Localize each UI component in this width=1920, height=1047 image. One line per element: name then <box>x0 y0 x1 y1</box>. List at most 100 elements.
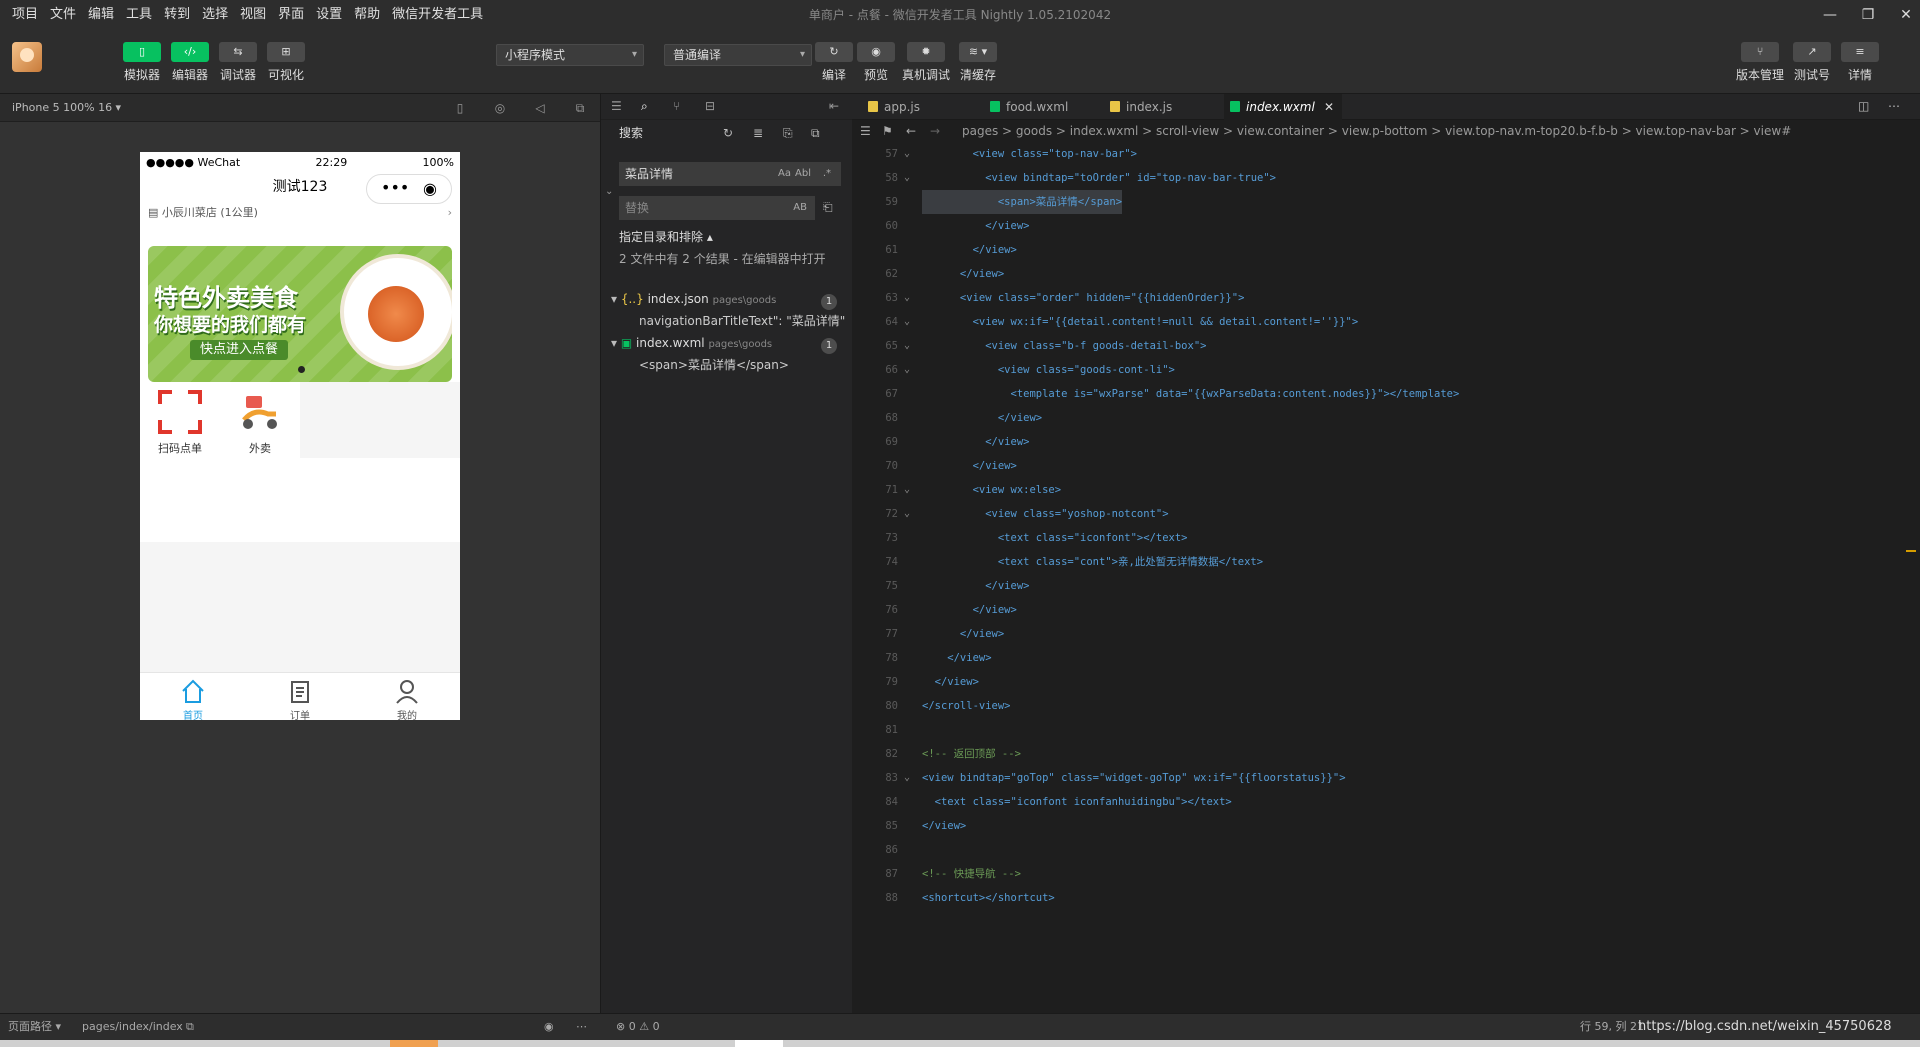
menu-settings[interactable]: 设置 <box>316 0 342 30</box>
carousel-dot[interactable] <box>298 366 305 373</box>
git-icon[interactable]: ⑂ <box>673 99 680 113</box>
fold-icon[interactable]: ⌄ <box>904 358 910 382</box>
code-line[interactable]: 57 ⌄ <view class="top-nav-bar"> <box>852 142 1920 166</box>
preserve-case-toggle[interactable]: AB <box>793 196 807 220</box>
result-match-1[interactable]: navigationBarTitleText": "菜品详情", <box>639 312 845 329</box>
banner-order-button[interactable]: 快点进入点餐 <box>190 340 289 360</box>
tab-home[interactable]: 首页 <box>140 673 246 720</box>
list-icon[interactable]: ☰ <box>860 120 871 142</box>
more-icon[interactable]: ••• <box>381 173 409 203</box>
menu-interface[interactable]: 界面 <box>278 0 304 30</box>
code-line[interactable]: 78 </view> <box>852 646 1920 670</box>
code-line[interactable]: 66 ⌄ <view class="goods-cont-li"> <box>852 358 1920 382</box>
code-area[interactable]: 57 ⌄ <view class="top-nav-bar"> 58 ⌄ <view … <box>852 142 1920 1013</box>
code-line[interactable]: 72 ⌄ <view class="yoshop-notcont"> <box>852 502 1920 526</box>
editor-button[interactable]: ‹/› 编辑器 <box>170 42 210 86</box>
forward-arrow-icon[interactable]: → <box>930 120 940 142</box>
breadcrumb[interactable]: ☰ ⚑ ← → pages > goods > index.wxml > scr… <box>852 120 1920 142</box>
tab-orders[interactable]: 订单 <box>247 673 353 720</box>
code-line[interactable]: 59 <span>菜品详情</span> <box>852 190 1920 214</box>
store-row[interactable]: ▤ 小辰川菜店 (1公里) › <box>140 202 460 224</box>
avatar[interactable] <box>12 42 42 72</box>
code-line[interactable]: 79 </view> <box>852 670 1920 694</box>
code-line[interactable]: 83 ⌄ <view bindtap="goTop" class="widget-g… <box>852 766 1920 790</box>
menu-help[interactable]: 帮助 <box>354 0 380 30</box>
problems-count[interactable]: ⊗ 0 ⚠ 0 <box>616 1014 660 1040</box>
menu-project[interactable]: 项目 <box>12 0 38 30</box>
menu-devtools[interactable]: 微信开发者工具 <box>392 0 483 30</box>
tab-app-js[interactable]: app.js <box>862 94 974 120</box>
search-icon[interactable]: ⌕ <box>641 99 648 114</box>
toggle-replace-icon[interactable]: ⌄ <box>605 186 613 197</box>
result-file-1[interactable]: ▾ {..} index.json pages\goods <box>611 292 776 306</box>
code-line[interactable]: 64 ⌄ <view wx:if="{{detail.content!=null … <box>852 310 1920 334</box>
code-line[interactable]: 60 </view> <box>852 214 1920 238</box>
close-app-icon[interactable]: ◉ <box>423 174 437 204</box>
fold-icon[interactable]: ⌄ <box>904 766 910 790</box>
new-search-editor-icon[interactable]: ⎘ <box>783 120 793 146</box>
collapse-all-icon[interactable]: ⧉ <box>811 120 820 146</box>
fold-icon[interactable]: ⌄ <box>904 310 910 334</box>
code-line[interactable]: 81 <box>852 718 1920 742</box>
volume-icon[interactable]: ◁ <box>532 100 548 116</box>
collapse-sidebar-icon[interactable]: ⇤ <box>829 99 839 113</box>
version-button[interactable]: ⑂ 版本管理 <box>1736 42 1784 86</box>
menu-goto[interactable]: 转到 <box>164 0 190 30</box>
popout-icon[interactable]: ⧉ <box>572 100 588 116</box>
code-line[interactable]: 80 </scroll-view> <box>852 694 1920 718</box>
compile-select[interactable]: 普通编译 <box>664 44 812 66</box>
search-input[interactable]: 菜品详情 Aa Abl .* <box>619 162 841 186</box>
result-match-2[interactable]: <span>菜品详情</span> <box>639 356 789 373</box>
code-line[interactable]: 88 <shortcut></shortcut> <box>852 886 1920 910</box>
tab-mine[interactable]: 我的 <box>354 673 460 720</box>
more-icon[interactable]: ⋯ <box>576 1014 587 1040</box>
include-exclude-toggle[interactable]: 指定目录和排除 ▴ <box>619 228 713 245</box>
replace-all-icon[interactable]: ⎗ <box>823 200 833 215</box>
fold-icon[interactable]: ⌄ <box>904 502 910 526</box>
cursor-position[interactable]: 行 59, 列 21 <box>1580 1014 1644 1040</box>
menu-select[interactable]: 选择 <box>202 0 228 30</box>
tab-food-wxml[interactable]: food.wxml <box>984 94 1096 120</box>
code-line[interactable]: 75 </view> <box>852 574 1920 598</box>
regex-toggle[interactable]: .* <box>823 162 831 186</box>
code-line[interactable]: 65 ⌄ <view class="b-f goods-detail-box"> <box>852 334 1920 358</box>
code-line[interactable]: 74 <text class="cont">亲,此处暂无详情数据</text> <box>852 550 1920 574</box>
menu-file[interactable]: 文件 <box>50 0 76 30</box>
tab-index-js[interactable]: index.js <box>1104 94 1216 120</box>
code-line[interactable]: 67 <template is="wxParse" data="{{wxPars… <box>852 382 1920 406</box>
clear-cache-button[interactable]: ≋ ▾ 清缓存 <box>958 42 998 86</box>
split-editor-icon[interactable]: ◫ <box>1858 99 1869 113</box>
code-line[interactable]: 85 </view> <box>852 814 1920 838</box>
more-actions-icon[interactable]: ⋯ <box>1888 99 1900 113</box>
explorer-icon[interactable]: ☰ <box>611 99 622 113</box>
mode-select[interactable]: 小程序模式 <box>496 44 644 66</box>
menu-edit[interactable]: 编辑 <box>88 0 114 30</box>
promo-banner[interactable]: 特色外卖美食 你想要的我们都有 快点进入点餐 <box>148 246 452 382</box>
fold-icon[interactable]: ⌄ <box>904 142 910 166</box>
preview-button[interactable]: ◉ 预览 <box>856 42 896 86</box>
menu-tools[interactable]: 工具 <box>126 0 152 30</box>
code-line[interactable]: 63 ⌄ <view class="order" hidden="{{hidden… <box>852 286 1920 310</box>
fold-icon[interactable]: ⌄ <box>904 286 910 310</box>
code-line[interactable]: 76 </view> <box>852 598 1920 622</box>
bookmark-icon[interactable]: ⚑ <box>882 120 893 142</box>
code-line[interactable]: 62 </view> <box>852 262 1920 286</box>
match-word-toggle[interactable]: Abl <box>795 162 811 186</box>
device-select[interactable]: iPhone 5 100% 16 ▾ <box>12 94 121 122</box>
code-line[interactable]: 84 <text class="iconfont iconfanhuidingb… <box>852 790 1920 814</box>
test-account-button[interactable]: ↗ 测试号 <box>1792 42 1832 86</box>
fold-icon[interactable]: ⌄ <box>904 166 910 190</box>
code-line[interactable]: 82 <!-- 返回顶部 --> <box>852 742 1920 766</box>
replace-input[interactable]: 替换 AB <box>619 196 815 220</box>
tab-index-wxml[interactable]: index.wxml ✕ <box>1224 94 1342 120</box>
scan-order-entry[interactable]: 扫码点单 <box>140 382 220 458</box>
code-line[interactable]: 77 </view> <box>852 622 1920 646</box>
code-line[interactable]: 69 </view> <box>852 430 1920 454</box>
details-button[interactable]: ≡ 详情 <box>1840 42 1880 86</box>
results-summary[interactable]: 2 文件中有 2 个结果 - 在编辑器中打开 <box>619 250 833 268</box>
menu-view[interactable]: 视图 <box>240 0 266 30</box>
close-window-icon[interactable]: ✕ <box>1884 0 1920 30</box>
eye-icon[interactable]: ◉ <box>544 1014 554 1040</box>
code-line[interactable]: 68 </view> <box>852 406 1920 430</box>
remote-debug-button[interactable]: ✹ 真机调试 <box>902 42 950 86</box>
